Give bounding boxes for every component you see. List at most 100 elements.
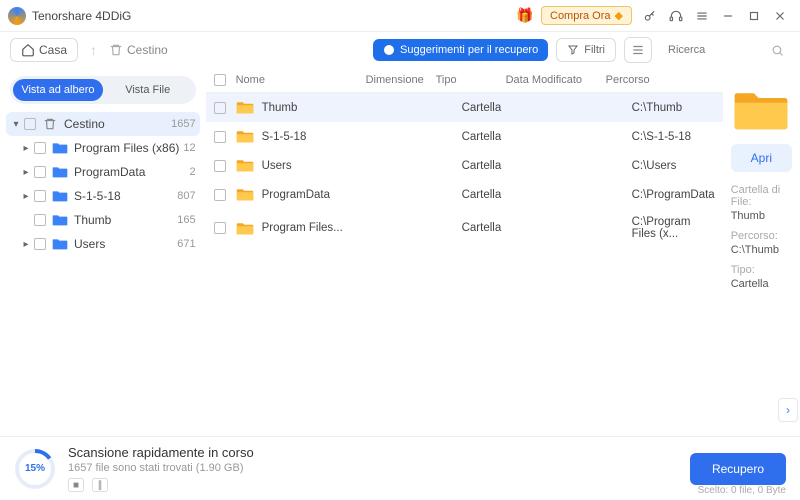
- file-path: C:\Program Files (x...: [632, 216, 715, 240]
- open-button[interactable]: Apri: [731, 144, 792, 172]
- tree-item-count: 165: [173, 214, 195, 226]
- minimize-icon[interactable]: [716, 4, 740, 28]
- close-icon[interactable]: [768, 4, 792, 28]
- pause-scan-button[interactable]: ∥: [92, 478, 108, 492]
- recovery-tips-button[interactable]: Suggerimenti per il recupero: [373, 39, 548, 61]
- checkbox[interactable]: [214, 160, 226, 172]
- col-dimension[interactable]: Dimensione: [366, 74, 436, 86]
- tab-file-view[interactable]: Vista File: [103, 79, 193, 101]
- checkbox[interactable]: [214, 131, 226, 143]
- breadcrumb-label: Cestino: [127, 43, 168, 57]
- checkbox[interactable]: [34, 142, 46, 154]
- headset-icon[interactable]: [664, 4, 688, 28]
- caret-right-icon: ▸: [20, 167, 32, 178]
- tree-item[interactable]: ▸ Users 671: [6, 232, 200, 256]
- folder-icon: [236, 158, 254, 173]
- file-name: ProgramData: [262, 189, 392, 201]
- file-row[interactable]: Users Cartella C:\Users: [206, 151, 723, 180]
- tree-item[interactable]: ▸ Program Files (x86) 12: [6, 136, 200, 160]
- tree-item-label: ProgramData: [74, 165, 185, 179]
- breadcrumb: Cestino: [109, 43, 168, 57]
- file-row[interactable]: Program Files... Cartella C:\Program Fil…: [206, 209, 723, 247]
- file-path: C:\S-1-5-18: [632, 131, 715, 143]
- folder-icon: [236, 100, 254, 115]
- checkbox-all[interactable]: [214, 74, 226, 86]
- collapse-panel-button[interactable]: ›: [778, 398, 798, 422]
- detail-value-type: Cartella: [731, 278, 792, 290]
- diamond-icon: ◆: [615, 9, 623, 22]
- tree-item-count: 1657: [167, 118, 195, 130]
- tab-tree-view[interactable]: Vista ad albero: [13, 79, 103, 101]
- tree-root-cestino[interactable]: ▾ Cestino 1657: [6, 112, 200, 136]
- file-name: Users: [262, 160, 392, 172]
- file-name: S-1-5-18: [262, 131, 392, 143]
- tree-item[interactable]: ▸ ProgramData 2: [6, 160, 200, 184]
- trash-icon: [42, 117, 58, 131]
- file-type: Cartella: [462, 160, 532, 172]
- checkbox[interactable]: [24, 118, 36, 130]
- tree-item-label: Thumb: [74, 213, 173, 227]
- detail-value-path: C:\Thumb: [731, 244, 792, 256]
- folder-icon: [52, 213, 68, 227]
- file-name: Program Files...: [262, 222, 392, 234]
- buy-now-label: Compra Ora: [550, 10, 611, 22]
- caret-right-icon: ▸: [20, 239, 32, 250]
- checkbox[interactable]: [34, 214, 46, 226]
- checkbox[interactable]: [214, 222, 226, 234]
- gift-icon[interactable]: 🎁: [513, 4, 537, 28]
- stop-scan-button[interactable]: ■: [68, 478, 84, 492]
- recover-button[interactable]: Recupero: [690, 453, 786, 485]
- tree-item-count: 807: [173, 190, 195, 202]
- file-type: Cartella: [462, 102, 532, 114]
- home-icon: [21, 43, 35, 57]
- view-tabs: Vista ad albero Vista File: [10, 76, 196, 104]
- home-label: Casa: [39, 43, 67, 57]
- col-type[interactable]: Tipo: [436, 74, 506, 86]
- tree-item-label: S-1-5-18: [74, 189, 173, 203]
- caret-right-icon: ▸: [20, 143, 32, 154]
- checkbox[interactable]: [214, 189, 226, 201]
- buy-now-button[interactable]: Compra Ora ◆: [541, 6, 632, 25]
- tree-item-count: 2: [185, 166, 195, 178]
- home-button[interactable]: Casa: [10, 38, 78, 62]
- file-type: Cartella: [462, 189, 532, 201]
- checkbox[interactable]: [34, 238, 46, 250]
- nav-up-icon[interactable]: ↑: [86, 42, 101, 58]
- folder-icon: [236, 187, 254, 202]
- checkbox[interactable]: [214, 102, 226, 114]
- scan-progress-ring: 15%: [14, 448, 56, 490]
- checkbox[interactable]: [34, 166, 46, 178]
- app-logo: [8, 7, 26, 25]
- trash-icon: [109, 43, 123, 57]
- list-view-toggle[interactable]: [624, 37, 652, 63]
- folder-icon: [52, 141, 68, 155]
- file-row[interactable]: ProgramData Cartella C:\ProgramData: [206, 180, 723, 209]
- menu-icon[interactable]: [690, 4, 714, 28]
- tree-item-count: 671: [173, 238, 195, 250]
- file-name: Thumb: [262, 102, 392, 114]
- tree-item[interactable]: ▸ S-1-5-18 807: [6, 184, 200, 208]
- file-row[interactable]: Thumb Cartella C:\Thumb: [206, 93, 723, 122]
- col-path[interactable]: Percorso: [606, 74, 715, 86]
- tree-item-label: Program Files (x86): [74, 141, 179, 155]
- col-date[interactable]: Data Modificato: [506, 74, 606, 86]
- filter-button[interactable]: Filtri: [556, 38, 616, 62]
- tree-item[interactable]: Thumb 165: [6, 208, 200, 232]
- tree-item-count: 12: [179, 142, 195, 154]
- detail-label-path: Percorso:: [731, 230, 792, 242]
- key-icon[interactable]: [638, 4, 662, 28]
- tree-item-label: Cestino: [64, 117, 167, 131]
- detail-label-folder: Cartella di File:: [731, 184, 792, 208]
- maximize-icon[interactable]: [742, 4, 766, 28]
- tree-item-label: Users: [74, 237, 173, 251]
- funnel-icon: [567, 44, 579, 56]
- search-box[interactable]: [660, 40, 790, 60]
- folder-icon: [236, 221, 254, 236]
- search-input[interactable]: [668, 44, 768, 56]
- checkbox[interactable]: [34, 190, 46, 202]
- file-path: C:\Thumb: [632, 102, 715, 114]
- file-list-header: Nome Dimensione Tipo Data Modificato Per…: [206, 68, 723, 93]
- col-name[interactable]: Nome: [236, 74, 366, 86]
- detail-label-type: Tipo:: [731, 264, 792, 276]
- file-row[interactable]: S-1-5-18 Cartella C:\S-1-5-18: [206, 122, 723, 151]
